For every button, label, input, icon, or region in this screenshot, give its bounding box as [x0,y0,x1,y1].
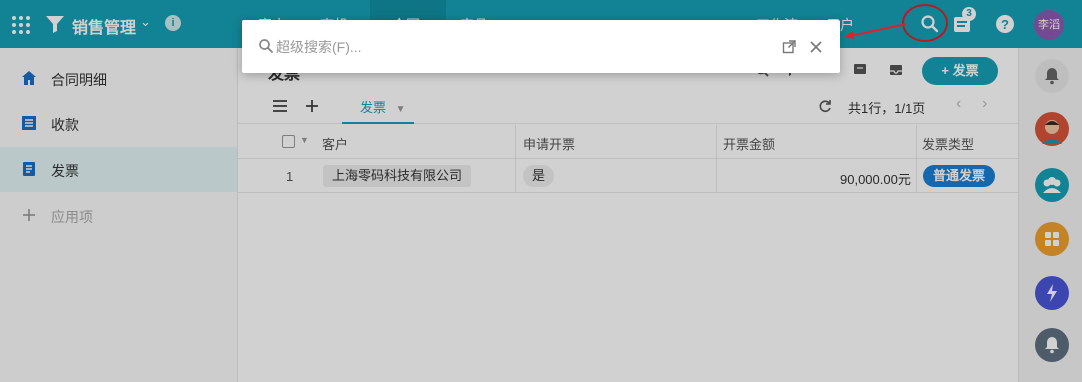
super-search-input[interactable] [276,35,756,59]
super-search-panel [242,20,840,73]
open-external-icon[interactable] [782,40,796,54]
search-icon [259,39,273,53]
close-icon[interactable] [809,40,823,54]
annotation-arrow [844,23,907,39]
